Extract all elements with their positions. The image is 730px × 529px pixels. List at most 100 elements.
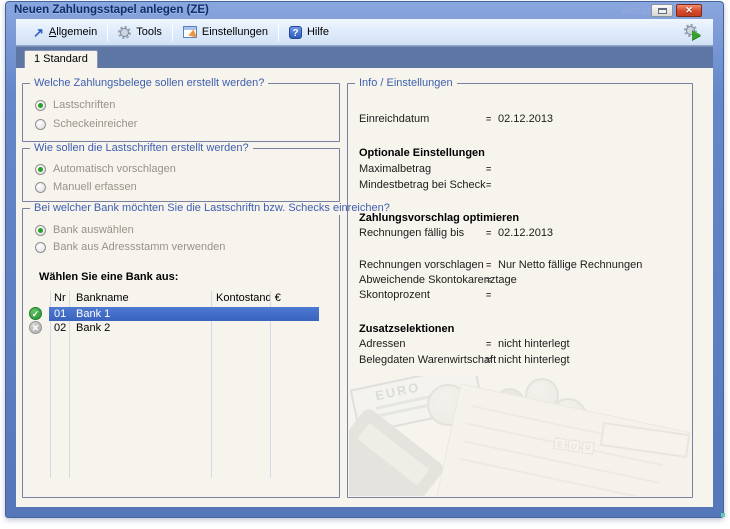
tab-standard[interactable]: 1 Standard (24, 50, 98, 68)
radio-icon[interactable] (35, 225, 46, 236)
section-heading-zahlungsvorschlag: Zahlungsvorschlag optimieren (348, 211, 692, 225)
field-label: Skontoprozent (359, 288, 430, 302)
heading-label: Optionale Einstellungen (359, 146, 485, 160)
gear-run-icon[interactable] (684, 24, 700, 40)
toolbar: ↗ Allgemein Tools Einstellungen ? Hilfe (16, 19, 713, 46)
tab-strip: 1 Standard (16, 46, 713, 68)
group-title: Welche Zahlungsbelege sollen erstellt we… (30, 77, 268, 90)
field-value[interactable]: 02.12.2013 (498, 226, 553, 240)
eur-key: U (567, 439, 581, 453)
radio-icon[interactable] (35, 119, 46, 130)
money-watermark: EURO E U R (349, 376, 691, 496)
field-value[interactable]: nicht hinterlegt (498, 353, 570, 367)
group-lastschriften-erstellung: Wie sollen die Lastschriften erstellt we… (22, 148, 340, 202)
group-zahlungsbelege: Welche Zahlungsbelege sollen erstellt we… (22, 83, 340, 142)
tab-page: Welche Zahlungsbelege sollen erstellt we… (16, 68, 713, 507)
close-icon: ✕ (685, 5, 693, 15)
bank-table: Nr Bankname Kontostand € ✓ 01 Bank 1 (23, 289, 339, 489)
radio-icon[interactable] (35, 182, 46, 193)
radio-icon[interactable] (35, 164, 46, 175)
close-button[interactable]: ✕ (676, 4, 702, 17)
equals-icon: = (486, 273, 491, 287)
field-label: Maximalbetrag (359, 162, 431, 176)
field-value[interactable]: nicht hinterlegt (498, 337, 570, 351)
check-icon: ✓ (29, 307, 42, 320)
section-heading-optionale: Optionale Einstellungen (348, 146, 692, 160)
toolbar-label-einstellungen: Einstellungen (202, 26, 268, 38)
toolbar-label-allgemein: Allgemein (49, 26, 97, 38)
info-row-mindestbetrag: Mindestbetrag bei Scheck = (348, 178, 692, 192)
restore-icon (658, 8, 667, 14)
toolbar-separator (278, 24, 279, 41)
table-row-bank2[interactable]: 02 Bank 2 (49, 321, 319, 335)
form-field-graphic (600, 422, 690, 458)
gears-icon (118, 26, 131, 39)
resize-grip[interactable] (721, 513, 725, 517)
toolbar-separator (107, 24, 108, 41)
cell-nr: 01 (54, 307, 66, 321)
info-row-rechnungen-faellig: Rechnungen fällig bis = 02.12.2013 (348, 226, 692, 240)
window-title: Neuen Zahlungsstapel anlegen (ZE) (14, 4, 209, 16)
toolbar-button-allgemein[interactable]: ↗ Allgemein (24, 20, 106, 45)
field-value[interactable]: Nur Netto fällige Rechnungen (498, 258, 642, 272)
radio-label: Lastschriften (53, 99, 115, 111)
coin-graphic (549, 398, 587, 436)
radio-option-scheckeinreicher[interactable]: Scheckeinreicher (35, 117, 137, 131)
toolbar-button-einstellungen[interactable]: Einstellungen (174, 20, 277, 45)
coin-graphic (427, 384, 469, 426)
equals-icon: = (486, 337, 491, 351)
info-row-belegdaten: Belegdaten Warenwirtschaft = nicht hinte… (348, 353, 692, 367)
equals-icon: = (486, 353, 491, 367)
field-label: Adressen (359, 337, 405, 351)
toolbar-button-hilfe[interactable]: ? Hilfe (280, 20, 338, 45)
info-row-skontokarenztage: Abweichende Skontokarenztage = (348, 273, 692, 287)
gear-icon (684, 24, 697, 37)
field-label: Belegdaten Warenwirtschaft (359, 353, 496, 367)
titlebar[interactable]: Neuen Zahlungsstapel anlegen (ZE) Anzahl… (6, 2, 723, 19)
restore-button[interactable] (651, 4, 673, 17)
cell-bankname: Bank 1 (76, 307, 110, 321)
equals-icon: = (486, 258, 491, 272)
equals-icon: = (486, 178, 491, 192)
radio-icon[interactable] (35, 100, 46, 111)
field-label: Mindestbetrag bei Scheck (359, 178, 486, 192)
form-settings-icon (183, 26, 197, 38)
column-header-nr[interactable]: Nr (54, 292, 66, 304)
radio-option-automatisch[interactable]: Automatisch vorschlagen (35, 162, 176, 176)
equals-icon: = (486, 112, 491, 126)
equals-icon: = (486, 226, 491, 240)
toolbar-button-tools[interactable]: Tools (109, 20, 171, 45)
group-title: Bei welcher Bank möchten Sie die Lastsch… (30, 202, 394, 215)
table-row-bank1[interactable]: 01 Bank 1 (49, 307, 319, 321)
radio-option-bank-adressstamm[interactable]: Bank aus Adressstamm verwenden (35, 240, 225, 254)
equals-icon: = (486, 162, 491, 176)
radio-option-manuell[interactable]: Manuell erfassen (35, 180, 137, 194)
field-label: Abweichende Skontokarenztage (359, 273, 517, 287)
cell-nr: 02 (54, 321, 66, 335)
arrow-up-right-icon: ↗ (33, 26, 44, 39)
info-row-adressen: Adressen = nicht hinterlegt (348, 337, 692, 351)
radio-option-bank-auswaehlen[interactable]: Bank auswählen (35, 223, 134, 237)
group-bank-auswahl: Bei welcher Bank möchten Sie die Lastsch… (22, 208, 340, 498)
field-value[interactable]: 02.12.2013 (498, 112, 553, 126)
heading-label: Zusatzselektionen (359, 322, 454, 336)
bank-select-label: Wählen Sie eine Bank aus: (39, 271, 178, 283)
group-title: Wie sollen die Lastschriften erstellt we… (30, 142, 253, 155)
info-row-maximalbetrag: Maximalbetrag = (348, 162, 692, 176)
column-header-kontostand[interactable]: Kontostand € (216, 292, 281, 304)
heading-label: Zahlungsvorschlag optimieren (359, 211, 519, 225)
calculator-graphic (349, 406, 446, 496)
screen: Neuen Zahlungsstapel anlegen (ZE) Anzahl… (0, 0, 730, 529)
field-label: Rechnungen fällig bis (359, 226, 464, 240)
radio-label: Automatisch vorschlagen (53, 163, 176, 175)
section-heading-zusatzselektionen: Zusatzselektionen (348, 322, 692, 336)
equals-icon: = (486, 288, 491, 302)
info-row-einreichdatum: Einreichdatum = 02.12.2013 (348, 112, 692, 126)
group-title: Info / Einstellungen (355, 77, 457, 90)
eur-key: E (553, 437, 567, 451)
radio-icon[interactable] (35, 242, 46, 253)
radio-option-lastschriften[interactable]: Lastschriften (35, 98, 115, 112)
toolbar-label-hilfe: Hilfe (307, 26, 329, 38)
toolbar-label-tools: Tools (136, 26, 162, 38)
column-header-bankname[interactable]: Bankname (76, 292, 129, 304)
